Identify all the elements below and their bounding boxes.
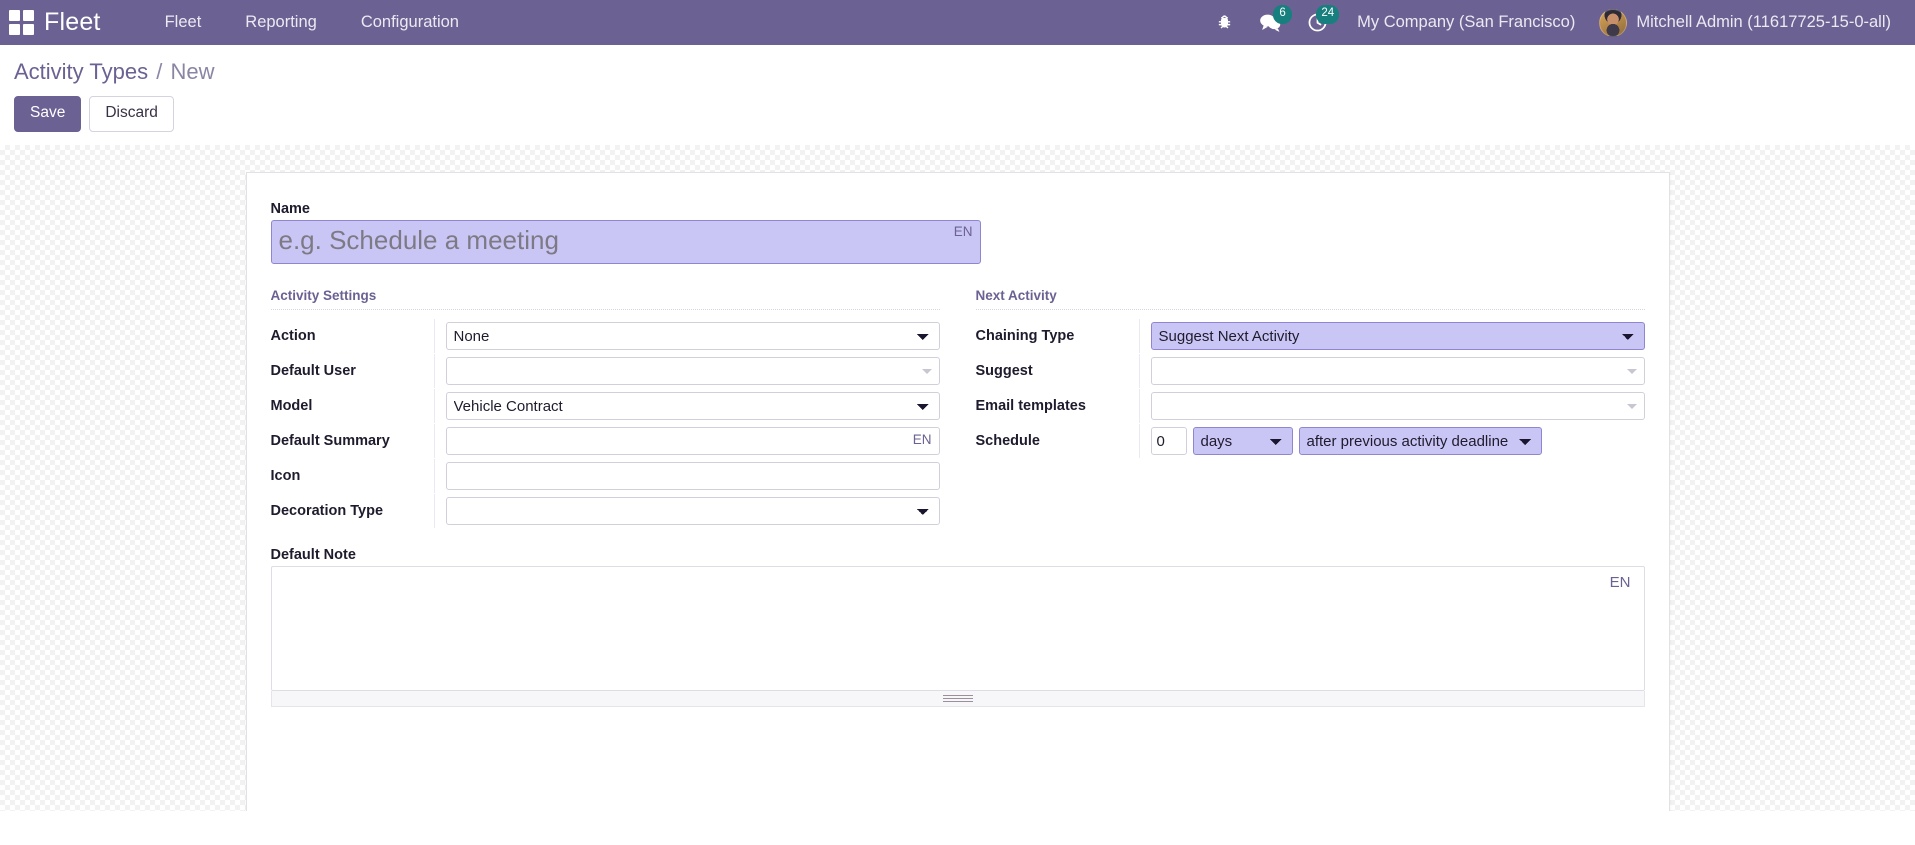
field-email-templates-control <box>1140 392 1645 421</box>
field-email-templates: Email templates <box>976 389 1645 424</box>
apps-grid-square <box>8 24 20 35</box>
form-view-background: Name EN Activity Settings Action None <box>0 145 1915 812</box>
field-model-control: Vehicle Contract <box>435 392 940 421</box>
discard-button[interactable]: Discard <box>89 96 174 133</box>
schedule-amount-input[interactable] <box>1150 427 1187 456</box>
decoration-type-select[interactable] <box>445 497 940 526</box>
action-select[interactable]: None <box>445 322 940 351</box>
default-summary-wrap: EN <box>445 427 940 456</box>
field-action-label: Action <box>271 319 435 354</box>
field-default-user: Default User <box>271 354 940 389</box>
messages-badge-count: 6 <box>1273 5 1293 24</box>
messages-icon[interactable]: 6 <box>1246 0 1294 45</box>
menu-item-reporting[interactable]: Reporting <box>223 1 339 44</box>
activities-clock-icon[interactable]: 24 <box>1294 0 1341 45</box>
icon-input[interactable] <box>445 462 940 491</box>
field-default-user-control <box>435 357 940 386</box>
menu-item-fleet[interactable]: Fleet <box>143 1 224 44</box>
email-templates-input[interactable] <box>1150 392 1645 421</box>
default-note-wrap: EN <box>270 566 1645 692</box>
default-user-input[interactable] <box>445 357 940 386</box>
top-navbar: Fleet Fleet Reporting Configuration 6 24… <box>0 0 1915 45</box>
email-templates-autocomplete <box>1150 392 1645 421</box>
group-title-next-activity: Next Activity <box>975 288 1645 311</box>
field-name-label: Name <box>270 201 311 218</box>
apps-grid-square <box>8 10 20 21</box>
suggest-input[interactable] <box>1150 357 1645 386</box>
field-suggest-label: Suggest <box>976 354 1140 389</box>
control-panel: Activity Types / New Save Discard <box>0 45 1915 146</box>
field-chaining-type-label: Chaining Type <box>976 319 1140 354</box>
field-default-summary-label: Default Summary <box>271 424 435 459</box>
field-decoration-type-label: Decoration Type <box>271 494 435 529</box>
breadcrumb-item-new: New <box>170 59 215 84</box>
resize-grip-icon <box>942 695 973 697</box>
name-input[interactable] <box>270 220 981 265</box>
field-decoration-type-control <box>435 497 940 526</box>
apps-grid-icon[interactable] <box>8 10 34 36</box>
field-decoration-type: Decoration Type <box>271 494 940 529</box>
field-name-input-wrap: EN <box>270 220 981 265</box>
activities-badge-count: 24 <box>1316 5 1340 24</box>
schedule-unit-select[interactable]: days <box>1192 427 1293 456</box>
field-suggest: Suggest <box>976 354 1645 389</box>
user-avatar <box>1599 8 1628 37</box>
field-model-label: Model <box>271 389 435 424</box>
field-chaining-type: Chaining Type Suggest Next Activity <box>976 319 1645 354</box>
group-title-activity-settings: Activity Settings <box>270 288 940 311</box>
field-default-user-label: Default User <box>271 354 435 389</box>
breadcrumb: Activity Types / New <box>14 59 1901 85</box>
breadcrumb-item-activity-types[interactable]: Activity Types <box>14 59 148 84</box>
breadcrumb-separator: / <box>156 59 163 84</box>
bug-icon[interactable] <box>1203 0 1246 45</box>
record-actions: Save Discard <box>14 96 1901 145</box>
field-icon: Icon <box>271 459 940 494</box>
navbar-right: 6 24 My Company (San Francisco) Mitchell… <box>1203 0 1901 45</box>
default-user-autocomplete <box>445 357 940 386</box>
field-action-control: None <box>435 322 940 351</box>
user-menu-label: Mitchell Admin (11617725-15-0-all) <box>1636 13 1891 31</box>
save-button[interactable]: Save <box>14 96 82 133</box>
suggest-autocomplete <box>1150 357 1645 386</box>
default-note-textarea[interactable] <box>270 566 1645 692</box>
field-action: Action None <box>271 319 940 354</box>
default-summary-input[interactable] <box>445 427 940 456</box>
field-schedule-control: days after previous activity deadline <box>1140 427 1645 456</box>
form-groups: Activity Settings Action None Default Us… <box>267 288 1649 529</box>
field-model: Model Vehicle Contract <box>271 389 940 424</box>
field-schedule: Schedule days after previous activity de… <box>976 424 1645 459</box>
schedule-inputs: days after previous activity deadline <box>1150 427 1542 456</box>
form-sheet: Name EN Activity Settings Action None <box>245 172 1670 812</box>
field-default-note: Default Note EN <box>267 547 1649 708</box>
field-chaining-type-control: Suggest Next Activity <box>1140 322 1645 351</box>
app-brand-fleet[interactable]: Fleet <box>44 8 101 37</box>
apps-grid-square <box>22 10 34 21</box>
main-menu: Fleet Reporting Configuration <box>143 1 481 44</box>
group-activity-settings: Activity Settings Action None Default Us… <box>270 288 940 529</box>
group-next-activity: Next Activity Chaining Type Suggest Next… <box>975 288 1645 529</box>
user-menu[interactable]: Mitchell Admin (11617725-15-0-all) <box>1591 0 1901 45</box>
schedule-relative-select[interactable]: after previous activity deadline <box>1298 427 1542 456</box>
company-switcher[interactable]: My Company (San Francisco) <box>1341 1 1591 44</box>
chaining-type-select[interactable]: Suggest Next Activity <box>1150 322 1645 351</box>
model-select[interactable]: Vehicle Contract <box>445 392 940 421</box>
menu-item-configuration[interactable]: Configuration <box>339 1 481 44</box>
field-name: Name EN <box>267 201 1649 265</box>
field-default-note-label: Default Note <box>270 547 356 564</box>
field-default-summary: Default Summary EN <box>271 424 940 459</box>
field-icon-control <box>435 462 940 491</box>
field-default-summary-control: EN <box>435 427 940 456</box>
field-icon-label: Icon <box>271 459 435 494</box>
field-schedule-label: Schedule <box>976 424 1140 459</box>
field-suggest-control <box>1140 357 1645 386</box>
field-email-templates-label: Email templates <box>976 389 1140 424</box>
apps-grid-square <box>22 24 34 35</box>
sheet-resize-handle[interactable] <box>270 691 1645 708</box>
